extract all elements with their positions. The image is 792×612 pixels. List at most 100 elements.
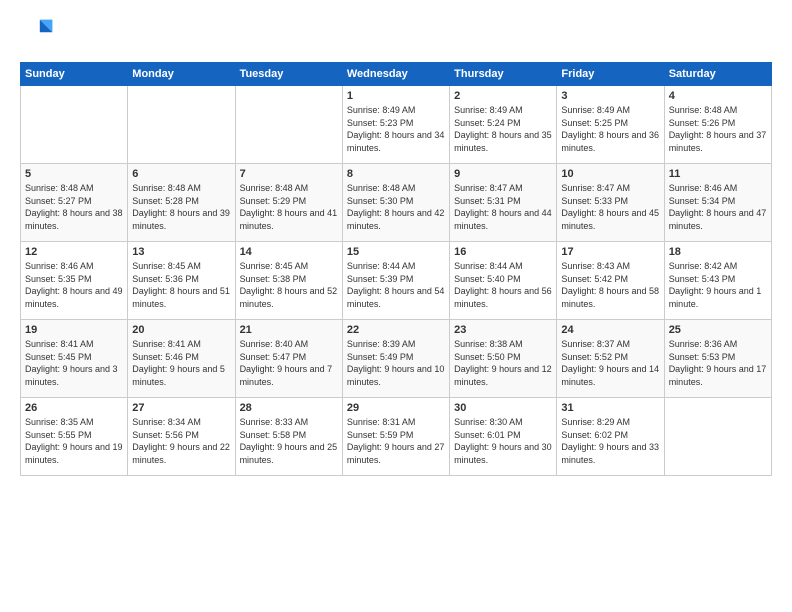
- day-content: Sunrise: 8:36 AMSunset: 5:53 PMDaylight:…: [669, 338, 767, 388]
- page: SundayMondayTuesdayWednesdayThursdayFrid…: [0, 0, 792, 612]
- calendar-table: SundayMondayTuesdayWednesdayThursdayFrid…: [20, 62, 772, 476]
- day-number: 16: [454, 246, 552, 258]
- day-content: Sunrise: 8:37 AMSunset: 5:52 PMDaylight:…: [561, 338, 659, 388]
- day-content: Sunrise: 8:46 AMSunset: 5:35 PMDaylight:…: [25, 260, 123, 310]
- day-header-tuesday: Tuesday: [235, 63, 342, 86]
- logo-icon: [20, 16, 56, 52]
- day-content: Sunrise: 8:48 AMSunset: 5:27 PMDaylight:…: [25, 182, 123, 232]
- calendar-cell: 21 Sunrise: 8:40 AMSunset: 5:47 PMDayligh…: [235, 320, 342, 398]
- day-content: Sunrise: 8:45 AMSunset: 5:36 PMDaylight:…: [132, 260, 230, 310]
- day-number: 13: [132, 246, 230, 258]
- day-number: 17: [561, 246, 659, 258]
- calendar-cell: [21, 86, 128, 164]
- calendar-cell: 13 Sunrise: 8:45 AMSunset: 5:36 PMDayligh…: [128, 242, 235, 320]
- day-number: 25: [669, 324, 767, 336]
- day-number: 19: [25, 324, 123, 336]
- calendar-cell: 23 Sunrise: 8:38 AMSunset: 5:50 PMDayligh…: [450, 320, 557, 398]
- calendar-cell: 17 Sunrise: 8:43 AMSunset: 5:42 PMDayligh…: [557, 242, 664, 320]
- calendar-cell: 27 Sunrise: 8:34 AMSunset: 5:56 PMDayligh…: [128, 398, 235, 476]
- calendar-cell: 5 Sunrise: 8:48 AMSunset: 5:27 PMDaylight…: [21, 164, 128, 242]
- day-content: Sunrise: 8:40 AMSunset: 5:47 PMDaylight:…: [240, 338, 338, 388]
- day-content: Sunrise: 8:43 AMSunset: 5:42 PMDaylight:…: [561, 260, 659, 310]
- day-header-friday: Friday: [557, 63, 664, 86]
- day-number: 24: [561, 324, 659, 336]
- day-content: Sunrise: 8:44 AMSunset: 5:40 PMDaylight:…: [454, 260, 552, 310]
- day-content: Sunrise: 8:49 AMSunset: 5:24 PMDaylight:…: [454, 104, 552, 154]
- day-number: 27: [132, 402, 230, 414]
- day-number: 28: [240, 402, 338, 414]
- day-number: 11: [669, 168, 767, 180]
- calendar-cell: 25 Sunrise: 8:36 AMSunset: 5:53 PMDayligh…: [664, 320, 771, 398]
- day-content: Sunrise: 8:41 AMSunset: 5:45 PMDaylight:…: [25, 338, 123, 388]
- day-content: Sunrise: 8:42 AMSunset: 5:43 PMDaylight:…: [669, 260, 767, 310]
- calendar-cell: 6 Sunrise: 8:48 AMSunset: 5:28 PMDaylight…: [128, 164, 235, 242]
- day-content: Sunrise: 8:35 AMSunset: 5:55 PMDaylight:…: [25, 416, 123, 466]
- calendar-cell: [235, 86, 342, 164]
- day-content: Sunrise: 8:47 AMSunset: 5:31 PMDaylight:…: [454, 182, 552, 232]
- day-number: 7: [240, 168, 338, 180]
- calendar-cell: 15 Sunrise: 8:44 AMSunset: 5:39 PMDayligh…: [342, 242, 449, 320]
- calendar-cell: 18Sunrise: 8:42 AMSunset: 5:43 PMDayligh…: [664, 242, 771, 320]
- day-header-sunday: Sunday: [21, 63, 128, 86]
- day-number: 14: [240, 246, 338, 258]
- calendar-cell: 30 Sunrise: 8:30 AMSunset: 6:01 PMDayligh…: [450, 398, 557, 476]
- day-header-wednesday: Wednesday: [342, 63, 449, 86]
- day-content: Sunrise: 8:41 AMSunset: 5:46 PMDaylight:…: [132, 338, 230, 388]
- calendar-week-row: 19 Sunrise: 8:41 AMSunset: 5:45 PMDayligh…: [21, 320, 772, 398]
- calendar-cell: [128, 86, 235, 164]
- day-number: 21: [240, 324, 338, 336]
- day-content: Sunrise: 8:31 AMSunset: 5:59 PMDaylight:…: [347, 416, 445, 466]
- calendar-cell: 4 Sunrise: 8:48 AMSunset: 5:26 PMDaylight…: [664, 86, 771, 164]
- calendar-cell: 20 Sunrise: 8:41 AMSunset: 5:46 PMDayligh…: [128, 320, 235, 398]
- calendar-cell: 2Sunrise: 8:49 AMSunset: 5:24 PMDaylight…: [450, 86, 557, 164]
- day-number: 15: [347, 246, 445, 258]
- day-number: 6: [132, 168, 230, 180]
- day-number: 22: [347, 324, 445, 336]
- logo: [20, 16, 60, 52]
- day-content: Sunrise: 8:39 AMSunset: 5:49 PMDaylight:…: [347, 338, 445, 388]
- day-number: 23: [454, 324, 552, 336]
- day-content: Sunrise: 8:33 AMSunset: 5:58 PMDaylight:…: [240, 416, 338, 466]
- day-content: Sunrise: 8:38 AMSunset: 5:50 PMDaylight:…: [454, 338, 552, 388]
- day-number: 31: [561, 402, 659, 414]
- calendar-cell: 1Sunrise: 8:49 AMSunset: 5:23 PMDaylight…: [342, 86, 449, 164]
- calendar-cell: 31 Sunrise: 8:29 AMSunset: 6:02 PMDayligh…: [557, 398, 664, 476]
- calendar-cell: 11 Sunrise: 8:46 AMSunset: 5:34 PMDayligh…: [664, 164, 771, 242]
- calendar-cell: 3Sunrise: 8:49 AMSunset: 5:25 PMDaylight…: [557, 86, 664, 164]
- day-header-thursday: Thursday: [450, 63, 557, 86]
- day-content: Sunrise: 8:48 AMSunset: 5:28 PMDaylight:…: [132, 182, 230, 232]
- calendar-week-row: 1Sunrise: 8:49 AMSunset: 5:23 PMDaylight…: [21, 86, 772, 164]
- calendar-cell: [664, 398, 771, 476]
- day-number: 4: [669, 90, 767, 102]
- day-content: Sunrise: 8:48 AMSunset: 5:26 PMDaylight:…: [669, 104, 767, 154]
- day-content: Sunrise: 8:34 AMSunset: 5:56 PMDaylight:…: [132, 416, 230, 466]
- day-content: Sunrise: 8:29 AMSunset: 6:02 PMDaylight:…: [561, 416, 659, 466]
- header: [20, 16, 772, 52]
- calendar-week-row: 26 Sunrise: 8:35 AMSunset: 5:55 PMDayligh…: [21, 398, 772, 476]
- day-number: 26: [25, 402, 123, 414]
- day-content: Sunrise: 8:47 AMSunset: 5:33 PMDaylight:…: [561, 182, 659, 232]
- day-number: 3: [561, 90, 659, 102]
- calendar-cell: 7 Sunrise: 8:48 AMSunset: 5:29 PMDaylight…: [235, 164, 342, 242]
- day-header-monday: Monday: [128, 63, 235, 86]
- calendar-cell: 14Sunrise: 8:45 AMSunset: 5:38 PMDayligh…: [235, 242, 342, 320]
- calendar-cell: 19 Sunrise: 8:41 AMSunset: 5:45 PMDayligh…: [21, 320, 128, 398]
- day-number: 9: [454, 168, 552, 180]
- calendar-cell: 24 Sunrise: 8:37 AMSunset: 5:52 PMDayligh…: [557, 320, 664, 398]
- calendar-cell: 8Sunrise: 8:48 AMSunset: 5:30 PMDaylight…: [342, 164, 449, 242]
- calendar-cell: 9 Sunrise: 8:47 AMSunset: 5:31 PMDaylight…: [450, 164, 557, 242]
- day-content: Sunrise: 8:46 AMSunset: 5:34 PMDaylight:…: [669, 182, 767, 232]
- day-content: Sunrise: 8:30 AMSunset: 6:01 PMDaylight:…: [454, 416, 552, 466]
- calendar-week-row: 5 Sunrise: 8:48 AMSunset: 5:27 PMDaylight…: [21, 164, 772, 242]
- day-number: 20: [132, 324, 230, 336]
- calendar-week-row: 12Sunrise: 8:46 AMSunset: 5:35 PMDayligh…: [21, 242, 772, 320]
- day-content: Sunrise: 8:44 AMSunset: 5:39 PMDaylight:…: [347, 260, 445, 310]
- day-number: 5: [25, 168, 123, 180]
- calendar-cell: 10Sunrise: 8:47 AMSunset: 5:33 PMDayligh…: [557, 164, 664, 242]
- day-header-saturday: Saturday: [664, 63, 771, 86]
- day-content: Sunrise: 8:48 AMSunset: 5:29 PMDaylight:…: [240, 182, 338, 232]
- calendar-cell: 26 Sunrise: 8:35 AMSunset: 5:55 PMDayligh…: [21, 398, 128, 476]
- day-number: 30: [454, 402, 552, 414]
- calendar-cell: 29Sunrise: 8:31 AMSunset: 5:59 PMDayligh…: [342, 398, 449, 476]
- calendar-cell: 22 Sunrise: 8:39 AMSunset: 5:49 PMDayligh…: [342, 320, 449, 398]
